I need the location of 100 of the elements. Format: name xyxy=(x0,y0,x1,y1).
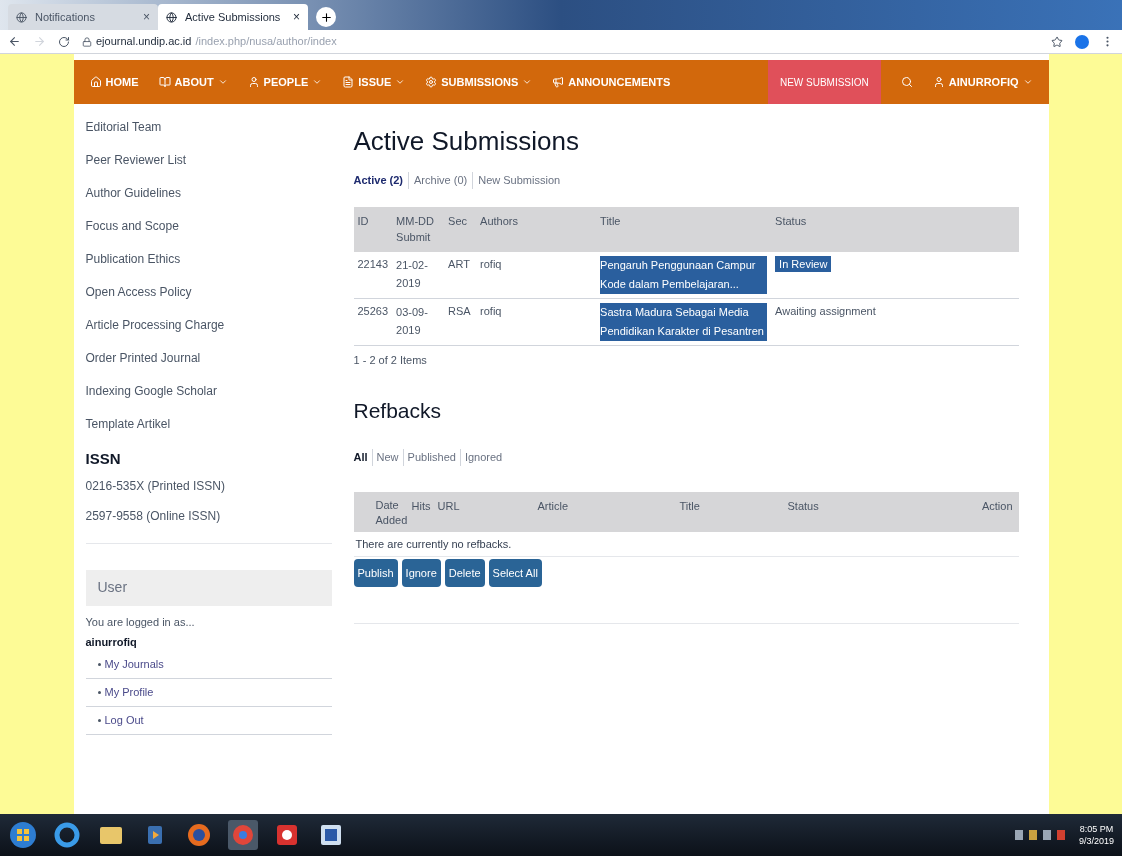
submission-tab[interactable]: Archive (0) xyxy=(408,172,473,189)
tab-title: Notifications xyxy=(35,9,96,25)
user-link[interactable]: My Profile xyxy=(104,683,154,701)
user-block-header: User xyxy=(85,569,332,606)
caret-icon xyxy=(395,77,406,87)
submission-title-link[interactable]: Pengaruh Penggunaan Campur Kode dalam Pembelajaran... xyxy=(600,255,768,294)
url-host: ejournal.undip.ac.id xyxy=(96,34,192,50)
column-header: Title xyxy=(596,206,772,252)
table-cell: ART xyxy=(444,251,477,298)
close-tab-button[interactable]: × xyxy=(293,8,300,26)
nav-menu-item[interactable]: HOME xyxy=(89,73,139,91)
sidebar-link[interactable]: Order Printed Journal xyxy=(85,341,332,374)
table-cell: 22143 xyxy=(353,251,393,298)
nav-menu-item[interactable]: ANNOUNCEMENTS xyxy=(552,73,671,91)
refback-action-button[interactable]: Delete xyxy=(444,559,485,587)
user-menu[interactable]: AINURROFIQ xyxy=(932,73,1033,91)
column-header: ID xyxy=(353,206,393,252)
bullet-icon xyxy=(97,690,101,694)
column-header: Title xyxy=(679,498,701,514)
column-header: Article xyxy=(537,498,570,514)
caret-icon xyxy=(522,77,533,87)
refback-filter-link[interactable]: Published xyxy=(402,449,460,466)
search-icon[interactable] xyxy=(900,76,913,88)
megaphone-icon xyxy=(552,76,565,88)
refback-filter-link[interactable]: Ignored xyxy=(459,449,507,466)
bookmark-star-icon[interactable] xyxy=(1051,35,1063,48)
submission-tab[interactable]: New Submission xyxy=(472,172,566,189)
book-icon xyxy=(158,76,171,88)
table-cell: rofiq xyxy=(476,298,597,345)
nav-menu-item[interactable]: PEOPLE xyxy=(247,73,323,91)
nav-label: ISSUE xyxy=(358,74,392,90)
nav-menu-item[interactable]: ABOUT xyxy=(158,73,228,91)
plus-icon xyxy=(319,10,333,24)
page-title: Active Submissions xyxy=(353,128,580,154)
sidebar-link[interactable]: Publication Ethics xyxy=(85,242,332,275)
nav-label: ANNOUNCEMENTS xyxy=(568,74,671,90)
clock-time: 8:05 PM xyxy=(1079,823,1114,835)
sidebar-link[interactable]: Open Access Policy xyxy=(85,275,332,308)
user-link[interactable]: My Journals xyxy=(104,655,164,673)
table-cell: 25263 xyxy=(353,298,393,345)
submission-tab[interactable]: Active (2) xyxy=(353,172,409,189)
new-submission-button[interactable]: NEW SUBMISSION xyxy=(767,60,881,104)
new-tab-button[interactable] xyxy=(316,7,336,27)
status-link[interactable]: Awaiting assignment xyxy=(775,304,876,317)
column-header: Authors xyxy=(476,206,597,252)
caret-icon xyxy=(312,77,323,87)
home-icon xyxy=(89,76,102,88)
nav-label: HOME xyxy=(105,74,139,90)
page-icon xyxy=(16,11,27,23)
sidebar-link[interactable]: Indexing Google Scholar xyxy=(85,374,332,407)
bullet-icon xyxy=(97,718,101,722)
issn-text: 2597-9558 (Online ISSN) xyxy=(85,507,222,525)
caret-icon xyxy=(217,77,228,87)
column-header: URL xyxy=(437,498,461,514)
nav-label: ABOUT xyxy=(174,74,214,90)
clock-date: 9/3/2019 xyxy=(1078,835,1114,847)
profile-avatar[interactable] xyxy=(1075,34,1089,49)
sidebar-link[interactable]: Peer Reviewer List xyxy=(85,143,332,176)
refback-filter-link[interactable]: New xyxy=(371,449,403,466)
item-count: 1 - 2 of 2 Items xyxy=(353,352,428,368)
sidebar-link[interactable]: Focus and Scope xyxy=(85,209,332,242)
nav-menu-item[interactable]: ISSUE xyxy=(342,73,406,91)
table-cell: RSA xyxy=(444,298,477,345)
start-button[interactable] xyxy=(8,820,38,850)
username: ainurrofiq xyxy=(85,635,138,650)
section-title: Refbacks xyxy=(353,400,443,421)
reload-icon[interactable] xyxy=(58,35,70,48)
refback-action-button[interactable]: Ignore xyxy=(401,559,441,587)
tab-title: Active Submissions xyxy=(185,9,282,25)
close-tab-button[interactable]: × xyxy=(143,8,150,26)
back-icon[interactable] xyxy=(8,35,21,48)
column-header: Action xyxy=(981,498,1013,514)
refback-action-button[interactable]: Select All xyxy=(488,559,542,587)
refback-filter-link[interactable]: All xyxy=(353,449,372,466)
address-field[interactable]: ejournal.undip.ac.id /index.php/nusa/author/index xyxy=(82,33,1039,50)
nav-menu-item[interactable]: SUBMISSIONS xyxy=(425,73,533,91)
document-icon xyxy=(342,76,355,88)
caret-icon xyxy=(1022,77,1033,87)
sidebar-link[interactable]: Editorial Team xyxy=(85,110,332,143)
nav-label: PEOPLE xyxy=(263,74,309,90)
submission-title-link[interactable]: Sastra Madura Sebagai Media Pendidikan Karakter di Pesantren xyxy=(600,302,768,341)
table-cell: 21-02-2019 xyxy=(392,251,445,298)
nav-label: SUBMISSIONS xyxy=(441,74,519,90)
sidebar-link[interactable]: Article Processing Charge xyxy=(85,308,332,341)
sidebar-link[interactable]: Template Artikel xyxy=(85,407,332,440)
bullet-icon xyxy=(97,662,101,666)
browser-tab[interactable]: Notifications × xyxy=(8,4,158,30)
user-icon xyxy=(247,76,260,88)
status-link[interactable]: In Review xyxy=(775,255,832,272)
page-icon xyxy=(166,11,177,23)
system-tray-icons xyxy=(1014,830,1065,840)
browser-tab[interactable]: Active Submissions × xyxy=(158,4,308,30)
lock-icon xyxy=(82,36,92,47)
column-header: Sec xyxy=(444,206,477,252)
refback-action-button[interactable]: Publish xyxy=(353,559,398,587)
issn-text: 0216-535X (Printed ISSN) xyxy=(85,477,226,495)
column-header: Date Added xyxy=(375,497,409,528)
issn-heading: ISSN xyxy=(85,449,122,469)
sidebar-link[interactable]: Author Guidelines xyxy=(85,176,332,209)
user-link[interactable]: Log Out xyxy=(104,711,144,729)
